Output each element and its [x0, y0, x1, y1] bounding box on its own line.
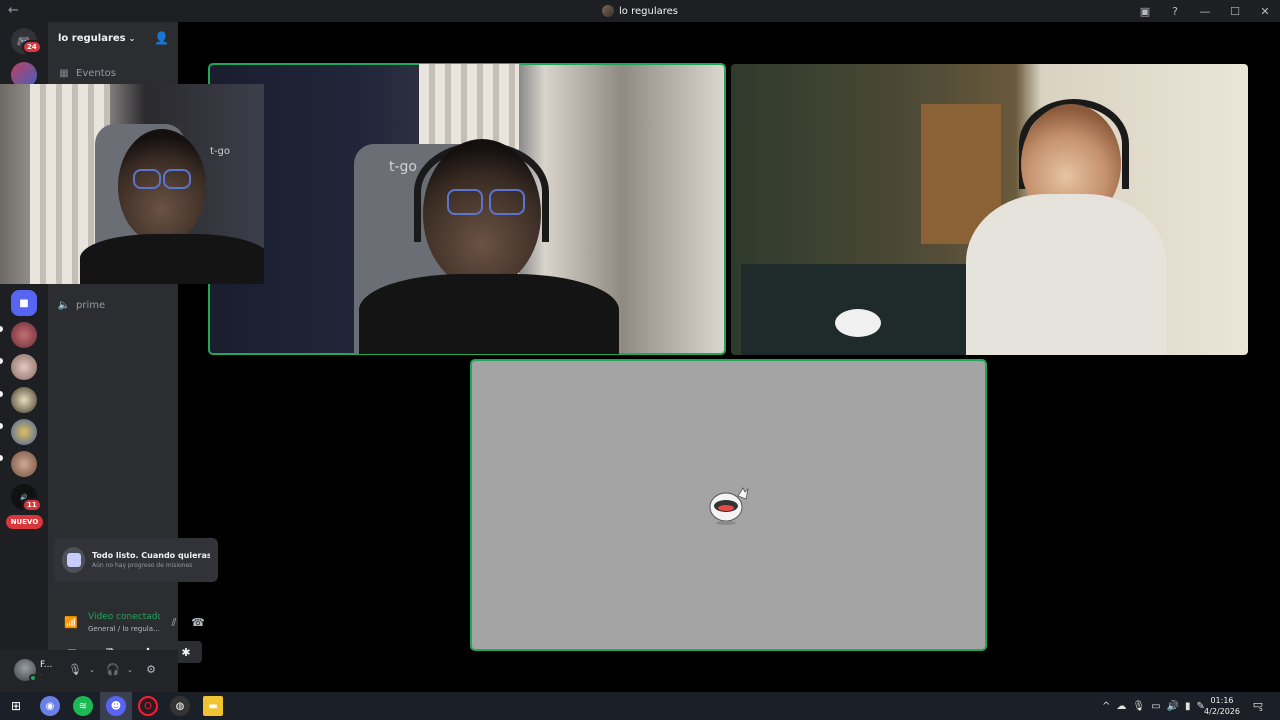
taskbar: ⊞ ◉ ≋ ☻ O ◍ ▬ ^ ☁ 🎙 ▭ 🔊 ▮ ✎ 01:16 4/2/20… — [0, 692, 1280, 720]
person-head — [423, 139, 541, 289]
server-icon-4[interactable] — [11, 387, 37, 413]
volume-icon[interactable]: 🔊 — [1167, 701, 1179, 712]
calendar-icon: ▦ — [59, 67, 69, 79]
notification-count: 5 — [1259, 706, 1263, 713]
chevron-up-icon[interactable]: ^ — [1102, 701, 1110, 712]
new-badge: NUEVO — [6, 515, 43, 529]
person-body — [966, 194, 1166, 355]
invite-user-icon[interactable]: 👤 — [154, 31, 169, 45]
voice-status[interactable]: Video conectado — [88, 612, 160, 622]
mouse — [835, 309, 881, 337]
glasses-right — [489, 189, 525, 215]
close-icon[interactable]: ✕ — [1250, 0, 1280, 22]
video-tile-1[interactable]: t-go — [208, 63, 726, 355]
chair-logo: t-go — [389, 159, 417, 175]
help-icon[interactable]: ? — [1160, 0, 1190, 22]
voice-channel[interactable]: General / lo regula... — [88, 625, 160, 633]
channel-prime[interactable]: 🔈 prime — [58, 299, 105, 311]
channel-eventos[interactable]: ▦ Eventos — [58, 67, 116, 79]
person-body — [359, 274, 619, 354]
unread-pill — [0, 423, 3, 429]
minimize-icon[interactable]: — — [1190, 0, 1220, 22]
person-body — [80, 234, 264, 284]
unread-pill — [0, 358, 3, 364]
username[interactable]: F... — [40, 660, 52, 670]
avatar-sticker — [709, 487, 749, 525]
opera-icon[interactable]: O — [138, 696, 158, 716]
signal-icon[interactable]: 📶 — [64, 616, 78, 630]
channel-label: prime — [76, 299, 106, 311]
server-avatar-icon — [602, 5, 615, 17]
disconnect-icon[interactable]: ☎ — [190, 615, 206, 631]
obs-icon[interactable]: ◍ — [170, 696, 190, 716]
unread-pill — [0, 391, 3, 397]
server-icon-3[interactable] — [11, 354, 37, 380]
microphone-icon[interactable]: 🎙 — [67, 662, 83, 678]
server-name: lo regulares — [58, 32, 126, 44]
title-bar-controls: ▣ ? — ☐ ✕ — [1130, 0, 1280, 22]
network-icon[interactable]: ▭ — [1151, 701, 1160, 712]
user-panel: F... · 🎙 ⌄ 🎧 ⌄ ⚙ — [0, 650, 178, 692]
taskbar-clock[interactable]: 01:16 4/2/2026 — [1198, 695, 1246, 717]
noise-suppression-icon[interactable]: ⫽ — [166, 615, 182, 631]
headphones-icon[interactable]: 🎧 — [105, 662, 121, 678]
video-tile-2[interactable] — [731, 64, 1248, 355]
window-title: lo regulares — [619, 5, 678, 17]
system-tray: ^ ☁ 🎙 ▭ 🔊 ▮ ✎ — [1102, 692, 1205, 720]
notification-icon[interactable]: ▭ — [1250, 698, 1266, 714]
user-status: · — [40, 672, 42, 679]
chair-logo: t-go — [210, 146, 230, 157]
unread-pill — [0, 326, 3, 332]
person-head — [118, 129, 206, 244]
microphone-tray-icon[interactable]: 🎙 — [1132, 701, 1145, 712]
chevron-down-icon[interactable]: ⌄ — [84, 662, 100, 678]
server-icon-6[interactable] — [11, 451, 37, 477]
gear-icon[interactable]: ⚙ — [143, 662, 159, 678]
glasses-left — [447, 189, 483, 215]
glasses-left — [133, 169, 161, 189]
dm-badge: 24 — [22, 40, 42, 54]
battery-icon[interactable]: ▮ — [1185, 701, 1191, 712]
server-badge: 11 — [22, 498, 42, 512]
chevron-down-icon: ⌄ — [128, 33, 136, 43]
cloud-icon[interactable]: ☁ — [1116, 701, 1126, 712]
speaker-icon: 🔈 — [57, 299, 71, 311]
inbox-icon[interactable]: ▣ — [1130, 0, 1160, 22]
file-explorer-icon[interactable]: ▬ — [203, 696, 223, 716]
quest-card[interactable]: Todo listo. Cuando quieras... Aún no hay… — [54, 538, 218, 582]
start-icon[interactable]: ⊞ — [6, 696, 26, 716]
self-view-video[interactable]: t-go — [0, 84, 264, 284]
quest-subtitle: Aún no hay progreso de misiones — [92, 562, 193, 569]
browser-icon[interactable]: ◉ — [40, 696, 60, 716]
window-title-area: lo regulares — [0, 0, 1280, 22]
server-icon-5[interactable] — [11, 419, 37, 445]
clock-time: 01:16 — [1210, 696, 1234, 705]
discord-window: ← lo regulares ▣ ? — ☐ ✕ 🎮 24 ■ 🔊 11 NUE… — [0, 0, 1280, 692]
discord-icon[interactable]: ☻ — [106, 696, 126, 716]
online-status-icon — [29, 674, 37, 682]
server-icon-2[interactable] — [11, 322, 37, 348]
title-bar: ← lo regulares ▣ ? — ☐ ✕ — [0, 0, 1280, 22]
channel-label: Eventos — [76, 67, 116, 79]
maximize-icon[interactable]: ☐ — [1220, 0, 1250, 22]
clock-date: 4/2/2026 — [1204, 707, 1240, 716]
quest-title: Todo listo. Cuando quieras... — [92, 551, 210, 560]
quest-icon — [62, 547, 85, 573]
spotify-icon[interactable]: ≋ — [73, 696, 93, 716]
unread-pill — [0, 455, 3, 461]
folder-icon[interactable]: ■ — [11, 290, 37, 316]
chevron-down-icon[interactable]: ⌄ — [122, 662, 138, 678]
glasses-right — [163, 169, 191, 189]
